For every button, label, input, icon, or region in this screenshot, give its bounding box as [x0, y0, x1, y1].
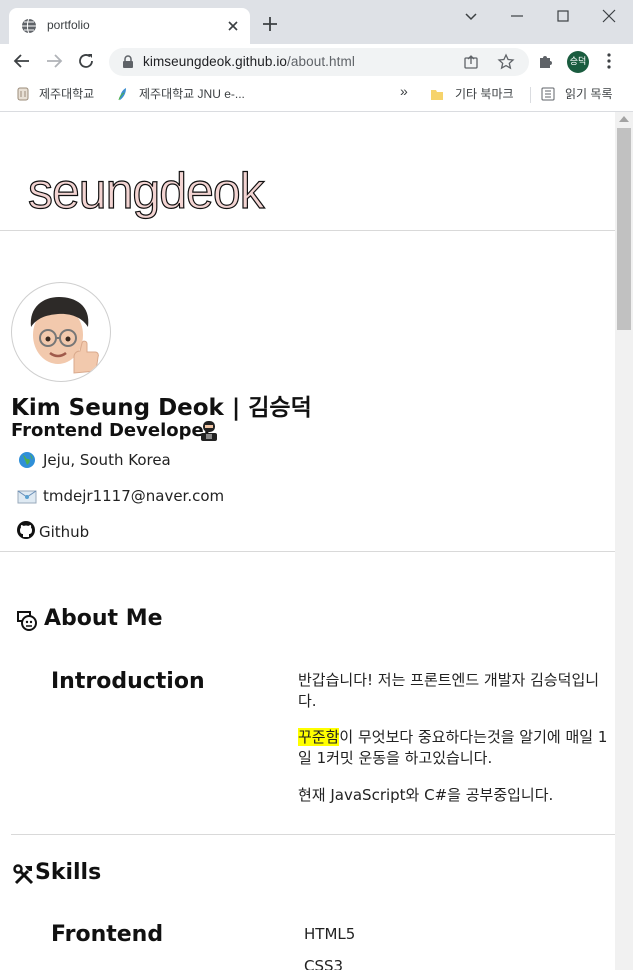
skill-item: HTML5 — [304, 925, 356, 943]
scrollbar-thumb[interactable] — [617, 128, 631, 330]
bookmark-other[interactable]: 기타 북마크 — [455, 85, 514, 102]
new-tab-icon[interactable] — [260, 14, 280, 34]
url-text[interactable]: kimseungdeok.github.io/about.html — [143, 54, 355, 69]
envelope-icon — [17, 490, 37, 504]
address-bar[interactable]: kimseungdeok.github.io/about.html — [109, 48, 529, 76]
intro-paragraph-2: 꾸준함이 무엇보다 중요하다는것을 알기에 매일 1일 1커밋 운동을 하고있습… — [298, 727, 610, 769]
reload-icon[interactable] — [77, 52, 95, 70]
tab-search-chevron-icon[interactable] — [461, 6, 481, 26]
ninja-developer-icon — [201, 421, 217, 441]
more-menu-icon[interactable] — [602, 52, 616, 70]
reading-list-icon — [541, 87, 555, 101]
section-title-about: About Me — [44, 606, 163, 631]
url-path: /about.html — [287, 54, 355, 69]
intro-paragraph-1: 반갑습니다! 저는 프론트엔드 개발자 김승덕입니다. — [298, 671, 600, 710]
header-divider — [0, 230, 615, 231]
skill-item: CSS3 — [304, 957, 344, 970]
lock-icon[interactable] — [121, 55, 135, 69]
github-icon[interactable] — [16, 520, 36, 540]
maximize-icon[interactable] — [553, 6, 573, 26]
bookmark-star-icon[interactable] — [497, 53, 515, 71]
folder-icon — [431, 90, 443, 100]
introduction-title: Introduction — [51, 669, 205, 694]
window-close-icon[interactable] — [599, 6, 619, 26]
teacher-face-icon — [17, 611, 37, 631]
close-tab-icon[interactable] — [224, 17, 242, 35]
leaf-bookmark-icon — [118, 88, 126, 101]
intro-paragraph-3: 현재 JavaScript와 C#을 공부중입니다. — [298, 786, 554, 804]
tab-title: portfolio — [47, 18, 90, 32]
intro-paragraph-2-text: 이 무엇보다 중요하다는것을 알기에 매일 1일 1커밋 운동을 하고있습니다. — [298, 728, 608, 767]
profile-location: Jeju, South Korea — [43, 451, 171, 469]
profile-divider — [0, 551, 615, 552]
profile-name: Kim Seung Deok | 김승덕 — [11, 395, 312, 421]
profile-role: Frontend Developer — [11, 420, 213, 441]
profile-email[interactable]: tmdejr1117@naver.com — [43, 487, 224, 505]
bookmarks-bar: 제주대학교 제주대학교 JNU e-... » 기타 북마크 읽기 목록 — [0, 79, 633, 112]
bookmark-divider — [530, 87, 531, 103]
extensions-puzzle-icon[interactable] — [537, 52, 555, 70]
about-divider — [11, 834, 615, 835]
globe-earth-icon — [19, 452, 35, 468]
forward-arrow-icon[interactable] — [45, 52, 63, 70]
bookmarks-overflow-chevron[interactable]: » — [400, 83, 408, 99]
section-title-skills: Skills — [35, 860, 102, 885]
browser-toolbar: kimseungdeok.github.io/about.html 승덕 — [0, 44, 633, 79]
globe-icon — [22, 18, 36, 34]
reading-list[interactable]: 읽기 목록 — [565, 85, 613, 102]
bookmark-jnu-elearning[interactable]: 제주대학교 JNU e-... — [139, 85, 245, 102]
scroll-up-arrow-icon[interactable] — [619, 116, 629, 122]
site-logo[interactable]: seungdeok — [27, 162, 265, 220]
page-viewport: seungdeok Kim Seung Deok | 김승덕 Frontend … — [0, 112, 615, 970]
tab-strip: portfolio — [0, 0, 633, 44]
back-arrow-icon[interactable] — [13, 52, 31, 70]
bookmark-jnu[interactable]: 제주대학교 — [39, 85, 94, 102]
browser-tab[interactable]: portfolio — [9, 8, 250, 44]
hammer-wrench-icon — [13, 864, 34, 885]
profile-avatar-image — [11, 282, 111, 382]
github-link[interactable]: Github — [39, 523, 89, 541]
url-host: kimseungdeok.github.io — [143, 54, 288, 69]
frontend-title: Frontend — [51, 922, 164, 947]
page-scrollbar[interactable] — [615, 112, 633, 970]
profile-avatar[interactable]: 승덕 — [567, 51, 589, 73]
university-bookmark-icon — [17, 87, 29, 101]
share-icon[interactable] — [463, 54, 479, 70]
minimize-icon[interactable] — [507, 6, 527, 26]
memoji-icon — [30, 297, 99, 374]
highlight-consistency: 꾸준함 — [298, 728, 340, 746]
